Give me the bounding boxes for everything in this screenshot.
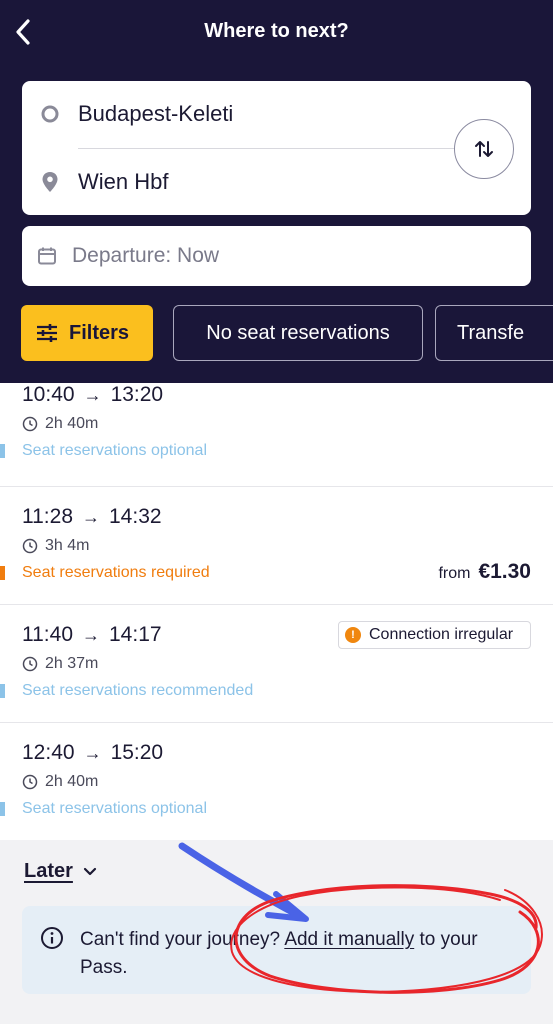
departure-time: 11:28: [22, 505, 73, 528]
arrow-right-icon: →: [83, 742, 102, 763]
journey-duration: 3h 4m: [22, 537, 89, 555]
seat-status: Seat reservations recommended: [22, 682, 254, 699]
calendar-icon: [38, 247, 56, 265]
journey-times: 11:40 → 14:17: [22, 623, 162, 647]
location-pin-icon: [42, 172, 58, 192]
list-item[interactable]: 12:40 → 15:20 2h 40m Seat reservations o…: [0, 723, 553, 840]
journey-times: 10:40 → 13:20: [22, 383, 163, 407]
info-prefix: Can't find your journey?: [80, 929, 285, 950]
arrow-right-icon: →: [82, 624, 100, 645]
page-title: Where to next?: [204, 20, 349, 42]
later-button[interactable]: Later: [24, 860, 97, 883]
journey-times: 12:40 → 15:20: [22, 741, 163, 765]
list-item[interactable]: 10:40 → 13:20 2h 40m Seat reservations o…: [0, 383, 553, 487]
list-item[interactable]: 11:40 → 14:17 ! Connection irregular 2h …: [0, 605, 553, 723]
sliders-icon: [37, 324, 57, 342]
duration-text: 2h 40m: [45, 415, 99, 432]
journey-duration: 2h 37m: [22, 655, 98, 673]
seat-status-bar: [0, 684, 5, 698]
duration-text: 2h 37m: [45, 655, 99, 672]
info-banner: Can't find your journey? Add it manually…: [22, 906, 531, 994]
origin-station: Budapest-Keleti: [78, 101, 234, 126]
filters-label: Filters: [69, 321, 130, 344]
arrival-time: 14:17: [109, 623, 162, 646]
journey-times: 11:28 → 14:32: [22, 505, 162, 529]
chevron-down-icon: [83, 867, 97, 875]
origin-circle-icon: [41, 105, 59, 123]
add-manually-link[interactable]: Add it manually: [284, 929, 414, 950]
seat-status: Seat reservations required: [22, 564, 210, 581]
departure-time: 10:40: [22, 383, 75, 406]
info-icon: [41, 927, 63, 949]
destination-field[interactable]: Wien Hbf: [22, 153, 452, 211]
header: Where to next? Budapest-Keleti Wien Hbf …: [0, 0, 553, 383]
route-card: Budapest-Keleti Wien Hbf: [22, 81, 531, 215]
seat-status-bar: [0, 802, 5, 816]
seat-status-bar: [0, 566, 5, 580]
departure-time-field[interactable]: Departure: Now: [22, 226, 531, 286]
departure-label: Departure: Now: [72, 244, 220, 267]
results-list: 10:40 → 13:20 2h 40m Seat reservations o…: [0, 383, 553, 840]
price-amount: €1.30: [478, 560, 531, 583]
duration-text: 3h 4m: [45, 537, 90, 554]
origin-field[interactable]: Budapest-Keleti: [22, 85, 452, 143]
journey-duration: 2h 40m: [22, 773, 98, 791]
departure-time: 12:40: [22, 741, 75, 764]
seat-status: Seat reservations optional: [22, 442, 207, 459]
clock-icon: [22, 416, 38, 432]
departure-time: 11:40: [22, 623, 73, 646]
irregular-badge: ! Connection irregular: [338, 621, 531, 649]
arrow-right-icon: →: [82, 506, 100, 527]
swap-vertical-icon: [475, 141, 493, 157]
list-item[interactable]: 11:28 → 14:32 3h 4m Seat reservations re…: [0, 487, 553, 605]
clock-icon: [22, 774, 38, 790]
destination-station: Wien Hbf: [78, 169, 169, 194]
badge-text: Connection irregular: [369, 626, 514, 643]
duration-text: 2h 40m: [45, 773, 99, 790]
swap-stations-button[interactable]: [454, 119, 514, 179]
later-label: Later: [24, 860, 73, 882]
arrival-time: 14:32: [109, 505, 162, 528]
journey-duration: 2h 40m: [22, 415, 98, 433]
price-prefix: from: [438, 565, 471, 582]
seat-status: Seat reservations optional: [22, 800, 207, 817]
clock-icon: [22, 538, 38, 554]
arrival-time: 15:20: [110, 741, 164, 764]
arrival-time: 13:20: [110, 383, 164, 406]
route-divider: [78, 148, 478, 149]
warning-icon: !: [345, 627, 361, 643]
filter-chips: Filters No seat reservations Transfe: [0, 305, 553, 361]
no-seat-reservations-label: No seat reservations: [206, 321, 390, 344]
price: from €1.30: [438, 560, 531, 584]
transfer-chip[interactable]: Transfe: [435, 305, 553, 361]
filters-button[interactable]: Filters: [21, 305, 153, 361]
no-seat-reservations-chip[interactable]: No seat reservations: [173, 305, 423, 361]
clock-icon: [22, 656, 38, 672]
transfer-label: Transfe: [457, 321, 525, 344]
info-text: Can't find your journey? Add it manually…: [80, 926, 520, 982]
arrow-right-icon: →: [83, 384, 102, 405]
seat-status-bar: [0, 444, 5, 458]
